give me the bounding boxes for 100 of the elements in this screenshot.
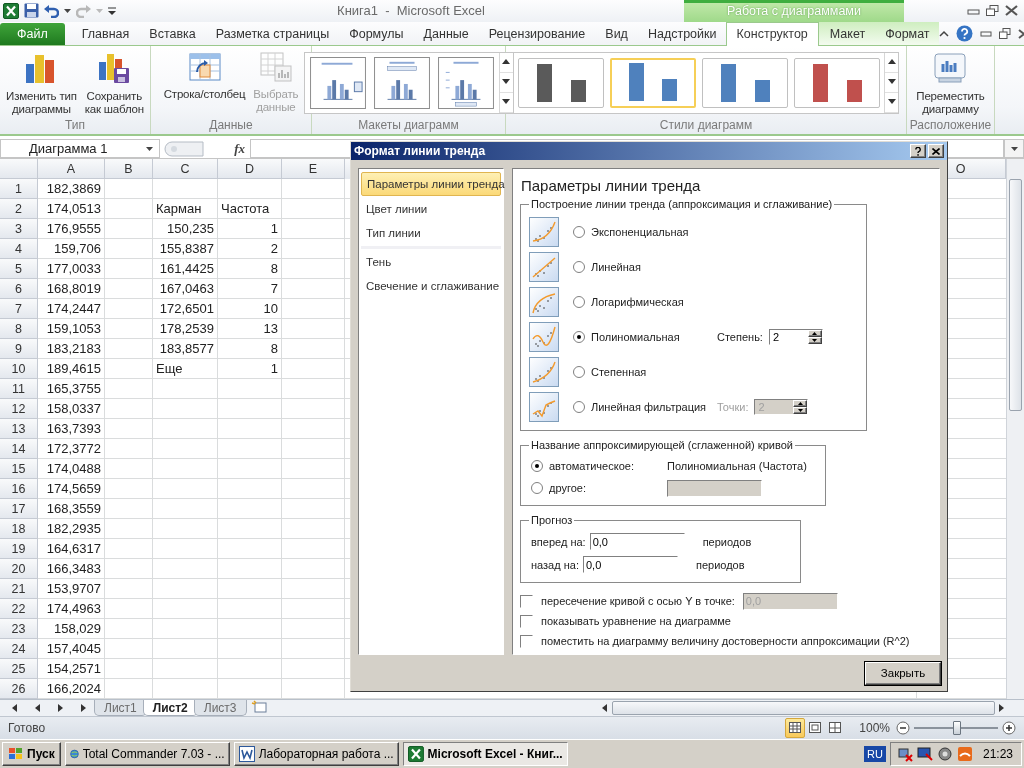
close-icon[interactable] [1005,5,1018,17]
ribbon-tab[interactable]: Данные [414,22,478,45]
scroll-right-icon[interactable] [998,704,1006,713]
chart-style-thumbnail[interactable] [518,57,604,108]
zoom-in-icon[interactable] [1002,720,1016,735]
row-header[interactable]: 22 [0,599,38,620]
ribbon-tab[interactable]: Надстройки [638,22,726,45]
customize-toolbar-icon[interactable] [108,5,116,16]
first-sheet-icon[interactable] [10,704,19,713]
restore-icon[interactable] [998,28,1011,40]
radio-button[interactable] [573,260,585,273]
row-header[interactable]: 16 [0,479,38,500]
option-label[interactable]: Линейная [591,260,641,273]
category-item[interactable]: Тип линии [361,222,501,244]
view-button[interactable] [785,717,806,738]
checkbox-label[interactable]: пересечение кривой с осью Y в точке: [541,595,735,607]
radio-button[interactable] [573,225,585,238]
row-header[interactable]: 5 [0,259,38,280]
row-header[interactable]: 4 [0,239,38,260]
option-label[interactable]: другое: [549,482,667,494]
row-header[interactable]: 17 [0,499,38,520]
row-header[interactable]: 6 [0,279,38,300]
input-field[interactable]: 0,0 [589,533,685,550]
category-item[interactable]: Тень [361,246,501,273]
save-icon[interactable] [24,3,39,19]
language-indicator[interactable]: RU [864,745,886,762]
option-label[interactable]: автоматическое: [549,460,667,472]
monitor-icon[interactable] [916,745,933,762]
sheet-tab[interactable]: Лист3 [193,700,247,716]
taskbar-button[interactable]: Лабораторная работа ... [233,741,399,766]
category-item[interactable]: Цвет линии [361,198,501,220]
column-header[interactable]: C [153,159,218,180]
row-header[interactable]: 11 [0,379,38,400]
checkbox-label[interactable]: поместить на диаграмму величину достоверности аппроксимации (R^2) [541,635,910,647]
close-button[interactable] [928,144,944,158]
taskbar-button[interactable]: Total Commander 7.03 - ... [64,741,230,766]
row-header[interactable]: 14 [0,439,38,460]
ribbon-tab[interactable]: Главная [72,22,139,45]
column-header[interactable]: D [218,159,282,180]
file-tab[interactable]: Файл [0,22,65,45]
row-header[interactable]: 26 [0,679,38,700]
row-header[interactable]: 23 [0,619,38,640]
previous-sheet-icon[interactable] [33,704,42,713]
ribbon-button[interactable]: Строка/столбец [161,51,248,101]
ribbon-tab[interactable]: Вид [596,22,637,45]
radio-button[interactable] [573,330,585,343]
splitter-handle-icon[interactable] [164,140,205,157]
zoom-out-icon[interactable] [896,720,910,735]
ribbon-tab[interactable]: Макет [820,22,875,45]
number-spinner[interactable]: 2 [768,328,823,345]
ribbon-tab[interactable]: Конструктор [725,21,819,46]
chart-layout-thumbnail[interactable] [308,56,367,109]
row-header[interactable]: 8 [0,319,38,340]
row-header[interactable]: 13 [0,419,38,440]
row-header[interactable]: 24 [0,639,38,660]
option-label[interactable]: Степенная [591,365,647,378]
wave-icon[interactable] [956,745,973,762]
radio-button[interactable] [573,295,585,308]
checkbox-label[interactable]: показывать уравнение на диаграмме [541,615,731,627]
ribbon-tab[interactable]: Формулы [340,22,413,45]
row-header[interactable]: 21 [0,579,38,600]
row-header[interactable]: 25 [0,659,38,680]
ribbon-tab[interactable]: Формат [876,22,939,45]
speaker-icon[interactable] [936,745,953,762]
radio-button[interactable] [531,482,543,494]
chart-style-thumbnail[interactable] [702,57,788,108]
ribbon-button[interactable]: Изменить тип диаграммы [4,51,79,116]
scroll-left-icon[interactable] [601,704,609,713]
start-button[interactable]: Пуск [2,741,61,766]
help-button[interactable] [910,144,926,158]
option-label[interactable]: Линейная фильтрация [591,400,717,413]
ribbon-tab[interactable]: Разметка страницы [206,22,339,45]
vertical-scrollbar[interactable] [1006,159,1024,700]
row-header[interactable]: 12 [0,399,38,420]
row-header[interactable]: 3 [0,219,38,240]
scroll-up-icon[interactable] [502,58,510,67]
option-label[interactable]: Полиномиальная [591,330,717,343]
network-icon[interactable] [896,745,913,762]
radio-button[interactable] [531,460,543,472]
input-field[interactable]: 0,0 [582,556,678,573]
chart-layout-thumbnail[interactable] [372,56,431,109]
chart-layout-thumbnail[interactable] [436,56,495,109]
name-box[interactable]: Диаграмма 1 [0,138,160,159]
minimize-icon[interactable] [979,29,992,39]
row-header[interactable]: 9 [0,339,38,360]
zoom-level[interactable]: 100% [859,720,890,735]
collapse-ribbon-icon[interactable] [938,30,949,38]
column-header[interactable]: B [105,159,153,180]
option-label[interactable]: Логарифмическая [591,295,684,308]
last-sheet-icon[interactable] [79,704,88,713]
option-label[interactable]: Экспоненциальная [591,225,689,238]
radio-button[interactable] [573,400,585,413]
zoom-slider-thumb[interactable] [953,720,961,735]
row-header[interactable]: 10 [0,359,38,380]
help-icon[interactable] [955,25,973,43]
close-dialog-button[interactable]: Закрыть [865,661,941,685]
row-header[interactable]: 2 [0,199,38,220]
column-header[interactable]: A [38,159,105,180]
row-header[interactable]: 18 [0,519,38,540]
ribbon-button[interactable]: Переместить диаграмму [914,51,987,116]
